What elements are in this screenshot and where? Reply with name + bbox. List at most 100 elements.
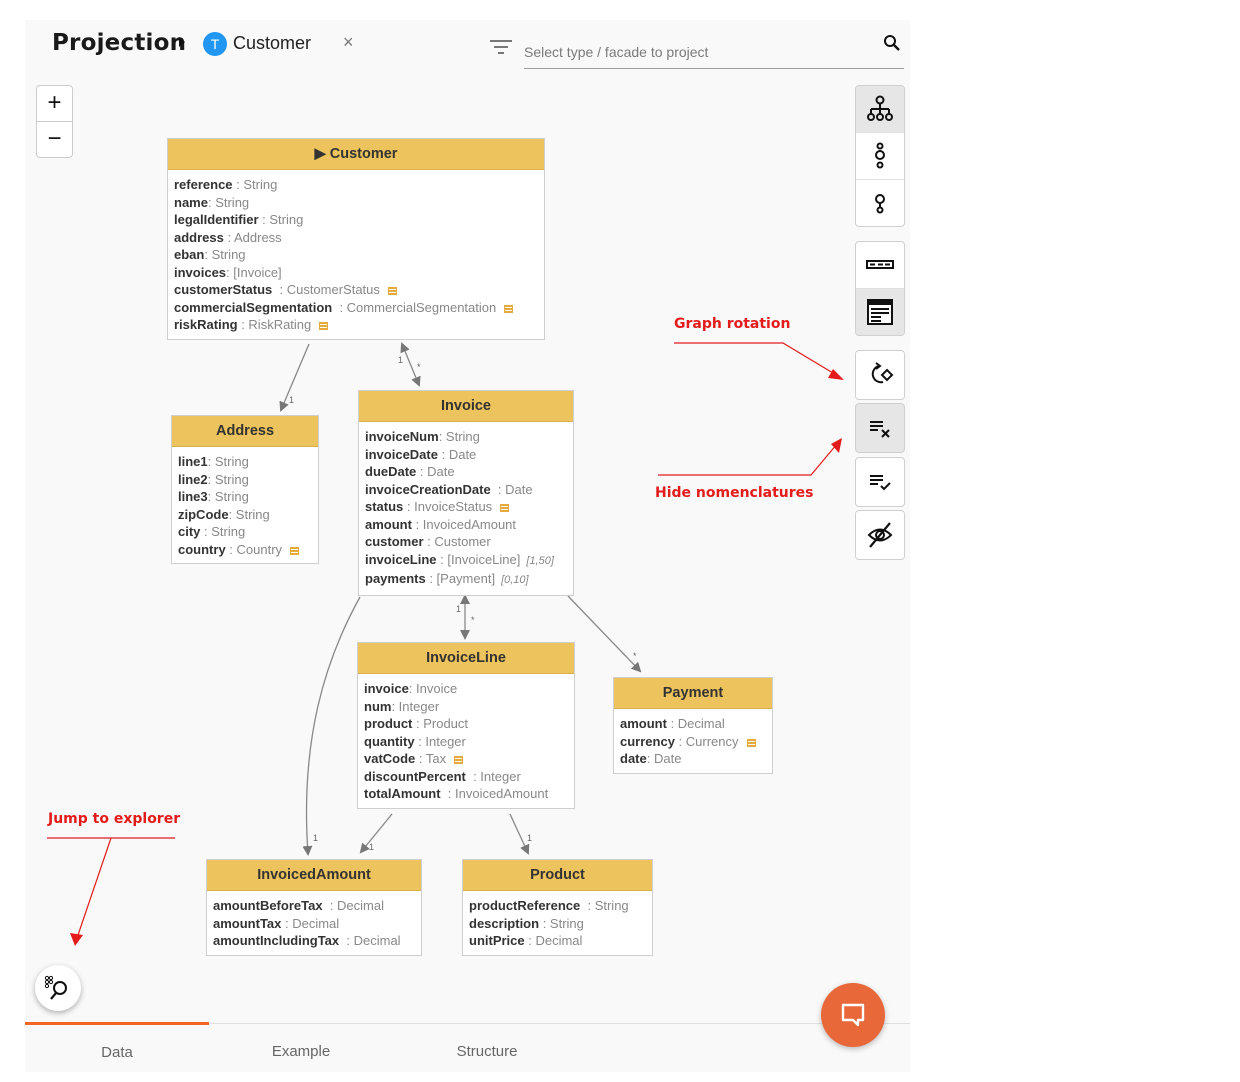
show-nomenclatures-icon [870, 475, 891, 491]
node-header[interactable]: Payment [614, 678, 772, 709]
hide-unreachable-button[interactable] [855, 510, 905, 560]
attr-name: line2 [178, 471, 208, 487]
attr-name: totalAmount [364, 786, 441, 801]
class-node-product[interactable]: Product productReference : String descri… [462, 859, 653, 956]
attribute-row: address : Address [174, 229, 538, 247]
jump-to-explorer-button[interactable] [35, 965, 81, 1011]
nomenclature-icon[interactable] [746, 738, 756, 747]
class-node-invoicedamount[interactable]: InvoicedAmount amountBeforeTax : Decimal… [206, 859, 422, 956]
edge-invoice-invoicedamount [302, 596, 361, 856]
hide-nomenclatures-button[interactable] [855, 403, 905, 453]
show-nomenclatures-button[interactable] [855, 457, 905, 507]
layout-chain-button[interactable] [856, 133, 904, 180]
edge-invoiceline-invoicedamount [359, 813, 393, 854]
tab-data[interactable]: Data [25, 1022, 209, 1074]
detailed-view-button[interactable] [856, 289, 904, 335]
attribute-row: invoices: [Invoice] [174, 264, 538, 282]
node-header[interactable]: Invoice [359, 391, 573, 422]
tab-structure[interactable]: Structure [395, 1024, 579, 1073]
attr-type: : Decimal [339, 933, 401, 948]
attr-name: invoiceCreationDate [365, 481, 491, 497]
clear-selection-button[interactable]: × [343, 32, 354, 53]
attribute-row: amountTax : Decimal [213, 915, 415, 933]
attr-name: discountPercent [364, 768, 466, 784]
bottom-tab-bar: Data Example Structure [25, 1022, 910, 1074]
visibility-off-icon [867, 522, 893, 548]
zoom-in-button[interactable]: + [37, 86, 72, 122]
nomenclature-icon[interactable] [387, 287, 397, 295]
nomenclature-icon[interactable] [319, 322, 329, 330]
attr-type: : Date [437, 446, 477, 462]
attribute-row: eban: String [174, 246, 538, 264]
search-icon[interactable] [883, 34, 901, 52]
attribute-row: payments : [Payment] [0,10] [365, 570, 567, 590]
attr-name: num [364, 698, 392, 714]
attribute-row: riskRating : RiskRating [174, 316, 538, 334]
attr-name: currency [620, 733, 675, 749]
edge-label: 1 [398, 355, 403, 365]
single-node-icon [875, 194, 885, 214]
node-header[interactable]: InvoicedAmount [207, 860, 421, 891]
attr-type: : RiskRating [237, 317, 312, 332]
node-attributes: invoice: Invoice num: Integer product : … [358, 674, 574, 808]
graph-rotation-button[interactable] [855, 350, 905, 400]
attr-type: : String [200, 524, 246, 539]
attr-type: : Invoice [408, 681, 458, 696]
page-title: Projection [52, 30, 187, 56]
chat-button[interactable] [821, 983, 885, 1047]
edge-label: 1 [313, 833, 318, 843]
edge-label: 1 [289, 395, 294, 405]
edge-label: * [417, 362, 421, 372]
class-node-invoiceline[interactable]: InvoiceLine invoice: Invoice num : Intege… [357, 642, 575, 809]
attr-name: legalIdentifier [174, 212, 259, 227]
class-node-customer[interactable]: ▶ Customer reference : String name: Stri… [167, 138, 545, 340]
layout-single-button[interactable] [856, 180, 904, 226]
attr-type: : String [207, 489, 249, 504]
filter-icon[interactable] [490, 39, 512, 55]
attr-type: : Tax [415, 751, 447, 766]
nomenclature-icon[interactable] [504, 304, 514, 313]
hide-nomenclatures-icon [870, 421, 890, 438]
attr-name: commercialSegmentation [174, 299, 333, 315]
attr-type: : String [580, 898, 629, 913]
edge-label: * [633, 651, 637, 661]
class-node-invoice[interactable]: Invoice invoiceNum: String invoiceDate :… [358, 390, 574, 596]
node-header[interactable]: InvoiceLine [358, 643, 574, 674]
class-node-payment[interactable]: Payment amount : Decimal currency : Curr… [613, 677, 773, 774]
node-header[interactable]: Address [172, 416, 318, 447]
edge-invoiceline-product [509, 813, 530, 855]
attribute-row: invoiceNum: String [365, 428, 567, 446]
attribute-row: line3: String [178, 488, 312, 506]
attribute-row: customer : Customer [365, 533, 567, 551]
edge-label: 1 [527, 833, 532, 843]
type-search-input[interactable] [524, 40, 904, 69]
class-node-address[interactable]: Address line1: String line2: String line… [171, 415, 319, 564]
attr-name: eban [174, 247, 205, 262]
nomenclature-icon[interactable] [500, 504, 510, 512]
attr-name: productReference [469, 898, 581, 913]
tab-example[interactable]: Example [209, 1024, 393, 1073]
nomenclature-icon[interactable] [290, 546, 300, 555]
attr-name: name [174, 194, 208, 210]
attr-cardinality: [1,50] [526, 554, 554, 567]
layout-tree-button[interactable] [856, 86, 904, 133]
attr-type: : Product [412, 716, 469, 731]
nomenclature-icon[interactable] [454, 756, 464, 764]
attr-type: : Integer [414, 733, 466, 749]
compact-view-button[interactable] [856, 242, 904, 289]
node-attributes: line1: String line2: String line3: Strin… [172, 447, 318, 563]
zoom-out-button[interactable]: − [37, 122, 72, 157]
node-header[interactable]: ▶ Customer [168, 139, 544, 170]
chain-nodes-icon [875, 142, 885, 169]
attr-type: : [Payment] [425, 571, 496, 586]
attr-type: : CustomerStatus [272, 282, 380, 297]
attr-name: invoiceDate [365, 446, 438, 462]
edge-label: 1 [369, 842, 374, 852]
node-header[interactable]: Product [463, 860, 652, 891]
attribute-row: invoice: Invoice [364, 680, 568, 698]
zoom-controls: + − [36, 85, 73, 158]
attr-type: : Date [416, 464, 455, 479]
edge-invoice-payment [567, 595, 642, 673]
selected-type-name[interactable]: Customer [233, 33, 311, 54]
annotation-graph-rotation: Graph rotation [674, 316, 791, 332]
